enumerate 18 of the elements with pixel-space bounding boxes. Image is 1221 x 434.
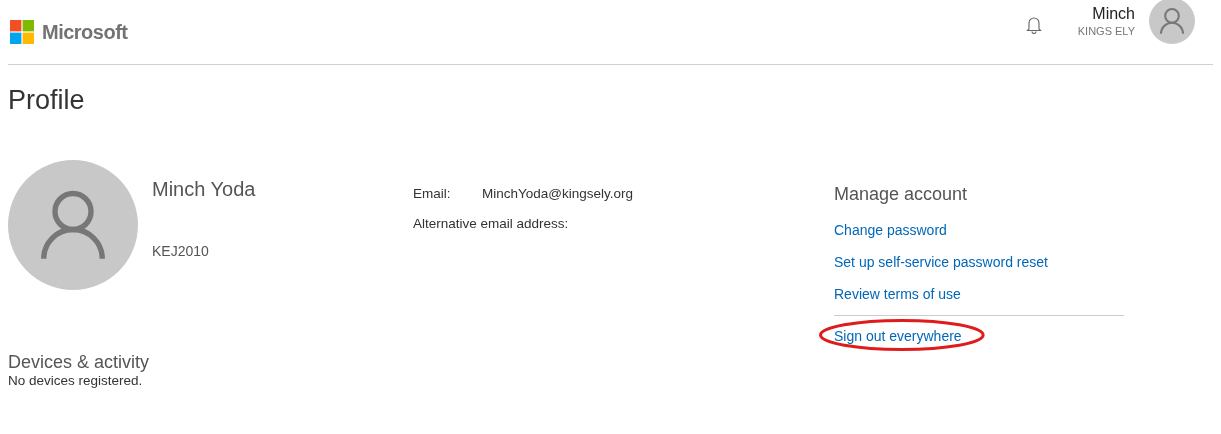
organization-name: KINGS ELY — [1077, 25, 1135, 37]
account-link[interactable]: Review terms of use — [834, 278, 961, 310]
account-link[interactable]: Change password — [834, 214, 947, 246]
page-title: Profile — [8, 85, 86, 116]
display-name: Minch Yoda — [152, 178, 257, 201]
user-name: Minch — [1092, 5, 1135, 23]
logo-icon — [10, 20, 34, 44]
section-title: Manage account — [834, 184, 969, 205]
user-avatar[interactable] — [1149, 0, 1195, 44]
status-message: No devices registered. — [8, 373, 144, 388]
bell-icon[interactable] — [1025, 16, 1042, 34]
field-label: Alternative email address: — [413, 216, 569, 231]
account-link[interactable]: Set up self-service password reset — [834, 246, 1048, 278]
field-value: MinchYoda@kingsely.org — [482, 186, 634, 201]
section-title: Devices & activity — [8, 352, 151, 373]
user-id: KEJ2010 — [152, 243, 210, 259]
field-label: Email: — [413, 186, 452, 201]
brand-name[interactable]: Microsoft — [42, 20, 128, 44]
